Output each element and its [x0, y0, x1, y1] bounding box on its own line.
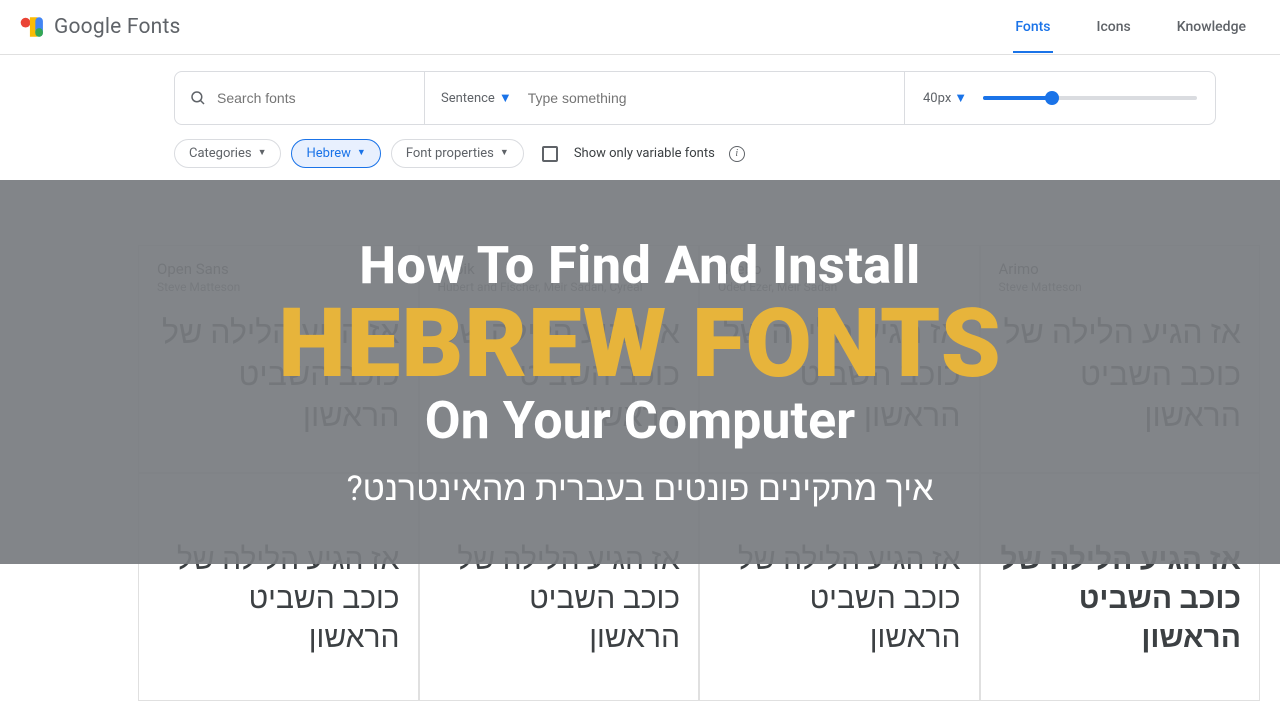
- header: Google Fonts Fonts Icons Knowledge: [0, 0, 1280, 55]
- overlay-line-4: איך מתקינים פונטים בעברית מהאינטרנט?: [347, 469, 934, 509]
- chevron-down-icon: ▼: [499, 90, 512, 106]
- language-chip[interactable]: Hebrew ▼: [291, 139, 380, 168]
- search-toolbar: Sentence ▼ 40px ▼: [174, 71, 1216, 125]
- preview-text-input[interactable]: [528, 90, 888, 106]
- size-box: 40px ▼: [905, 72, 1215, 124]
- nav-icons[interactable]: Icons: [1095, 1, 1133, 53]
- size-value: 40px: [923, 91, 951, 106]
- slider-fill: [983, 96, 1051, 100]
- nav-fonts[interactable]: Fonts: [1013, 1, 1052, 53]
- chevron-down-icon: ▼: [954, 90, 967, 106]
- chevron-down-icon: ▼: [357, 149, 366, 158]
- chevron-down-icon: ▼: [258, 149, 267, 158]
- preview-mode-dropdown[interactable]: Sentence ▼: [441, 90, 512, 106]
- main-nav: Fonts Icons Knowledge: [1013, 1, 1248, 53]
- variable-fonts-label[interactable]: Show only variable fonts: [574, 146, 715, 161]
- overlay-line-3: On Your Computer: [425, 390, 855, 451]
- preview-box: Sentence ▼: [425, 72, 905, 124]
- search-icon: [189, 89, 207, 107]
- title-overlay: How To Find And Install HEBREW FONTS On …: [0, 180, 1280, 564]
- google-fonts-logo-icon: [18, 14, 44, 40]
- chevron-down-icon: ▼: [500, 149, 509, 158]
- size-slider[interactable]: [983, 96, 1197, 100]
- info-icon[interactable]: i: [729, 146, 745, 162]
- chip-label: Font properties: [406, 146, 494, 161]
- search-box[interactable]: [175, 72, 425, 124]
- filter-row: Categories ▼ Hebrew ▼ Font properties ▼ …: [174, 139, 1216, 168]
- variable-fonts-checkbox[interactable]: [542, 146, 558, 162]
- font-properties-chip[interactable]: Font properties ▼: [391, 139, 524, 168]
- slider-thumb[interactable]: [1045, 91, 1059, 105]
- overlay-line-1: How To Find And Install: [359, 235, 920, 296]
- preview-mode-label: Sentence: [441, 91, 495, 106]
- size-dropdown[interactable]: 40px ▼: [923, 90, 967, 106]
- chip-label: Hebrew: [306, 146, 350, 161]
- brand[interactable]: Google Fonts: [18, 14, 181, 40]
- nav-knowledge[interactable]: Knowledge: [1175, 1, 1248, 53]
- categories-chip[interactable]: Categories ▼: [174, 139, 281, 168]
- search-input[interactable]: [217, 90, 410, 106]
- overlay-line-2: HEBREW FONTS: [278, 294, 1002, 395]
- brand-name: Google Fonts: [54, 15, 181, 39]
- chip-label: Categories: [189, 146, 252, 161]
